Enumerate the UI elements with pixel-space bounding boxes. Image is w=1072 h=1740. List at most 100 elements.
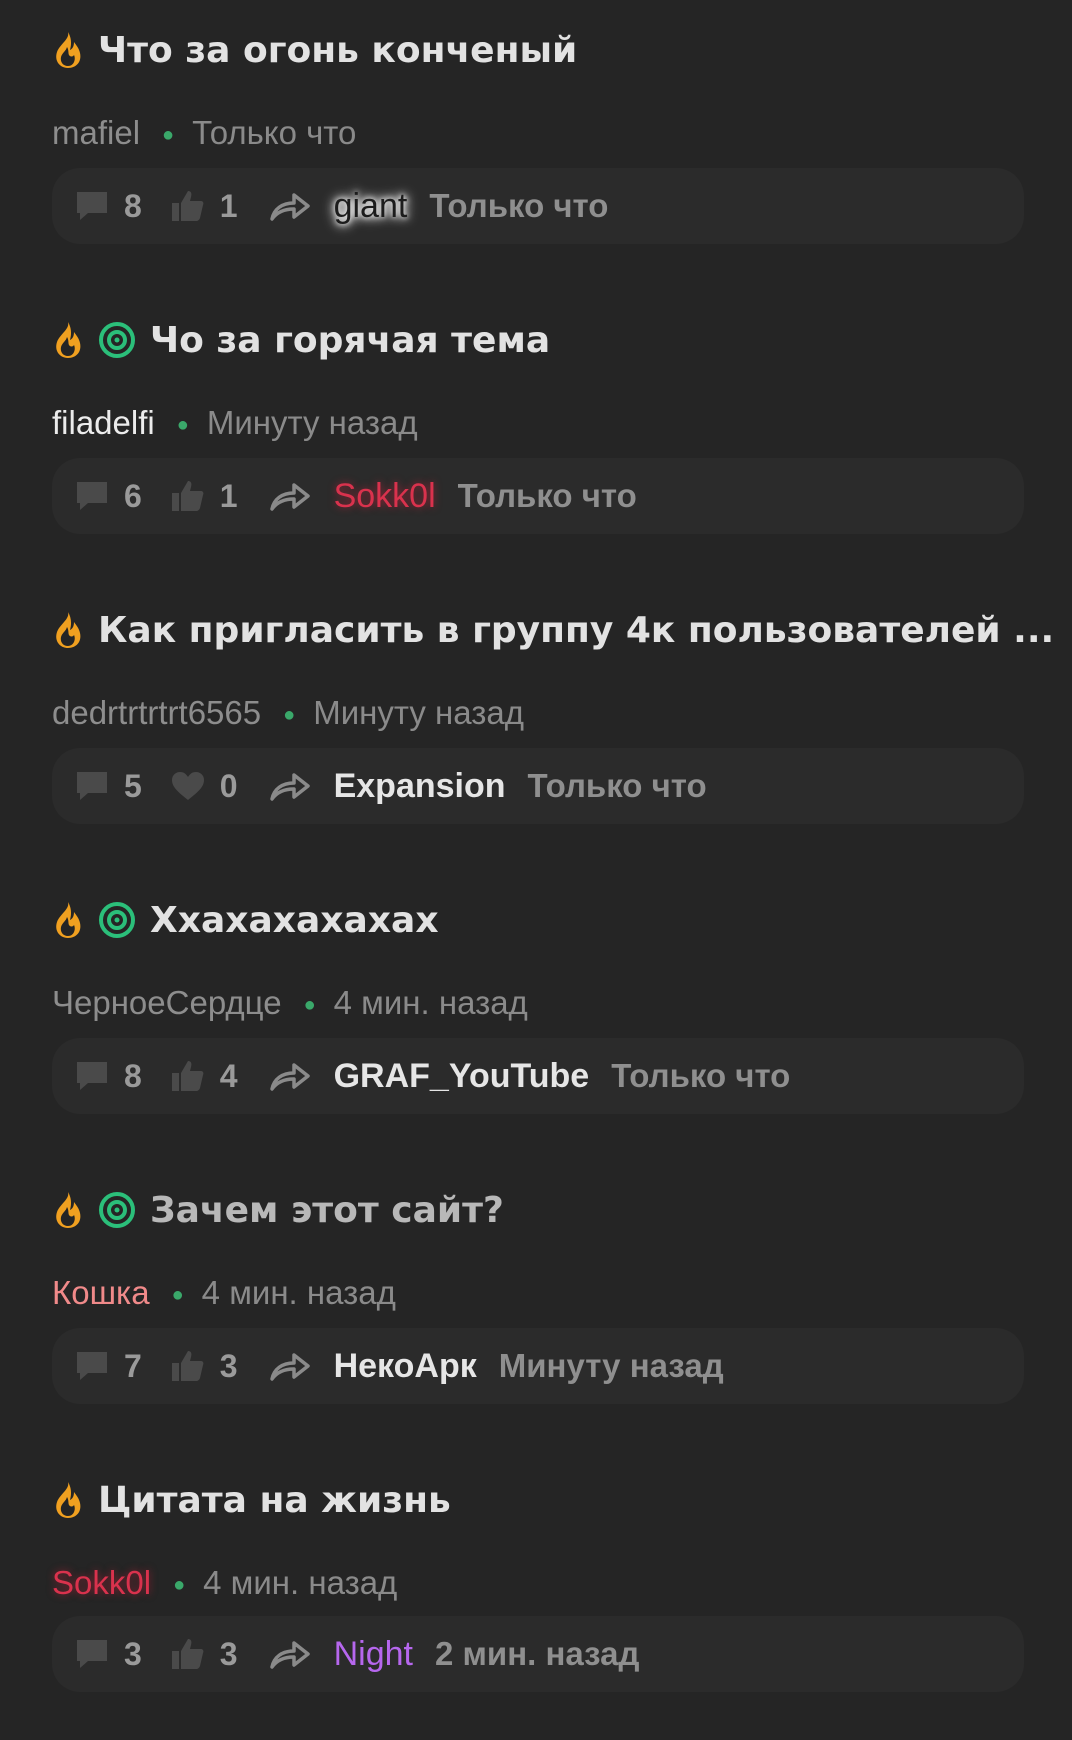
reaction-count: 0: [219, 767, 238, 804]
topic-meta: mafiel ● Только что: [52, 108, 356, 158]
last-reply-user[interactable]: Sokk0l: [334, 477, 436, 516]
comment-icon: [77, 1640, 107, 1668]
topic-stats-bar: 8 4 GRAF_YouTube Только что: [52, 1038, 1024, 1114]
last-reply-time: Минуту назад: [498, 1347, 724, 1384]
like-icon[interactable]: [170, 478, 206, 514]
last-reply-time: 2 мин. назад: [434, 1635, 640, 1672]
topic-stats-bar: 7 3 НекоАрк Минуту назад: [52, 1328, 1024, 1404]
comment-icon: [77, 192, 107, 220]
topic-title-row[interactable]: Как пригласить в группу 4к пользователей…: [52, 602, 1054, 658]
topic-author[interactable]: filadelfi: [52, 404, 155, 442]
comment-count: 5: [124, 767, 142, 804]
topic-title[interactable]: Чо за горячая тема: [150, 320, 550, 361]
online-dot-icon: ●: [176, 413, 189, 436]
like-icon[interactable]: [170, 1348, 206, 1384]
topic-time: 4 мин. назад: [201, 1274, 396, 1311]
topic-title-row[interactable]: Зачем этот сайт?: [52, 1182, 504, 1238]
last-reply-user[interactable]: giant: [334, 187, 408, 226]
last-reply-user[interactable]: Expansion: [334, 767, 506, 806]
topic-time: 4 мин. назад: [203, 1564, 398, 1601]
like-icon[interactable]: [170, 1636, 206, 1672]
heart-icon[interactable]: [170, 770, 206, 802]
topic-meta: Кошка ● 4 мин. назад: [52, 1268, 396, 1318]
topic-title[interactable]: Ххахахахахах: [150, 900, 439, 941]
topic-title-row[interactable]: Ххахахахахах: [52, 892, 439, 948]
topic-card[interactable]: Чо за горячая тема filadelfi ● Минуту на…: [0, 290, 1072, 580]
reaction-count: 4: [219, 1057, 238, 1094]
topic-time: Минуту назад: [206, 404, 418, 441]
online-dot-icon: ●: [303, 993, 316, 1016]
last-reply-user[interactable]: НекоАрк: [334, 1347, 477, 1386]
topic-title[interactable]: Цитата на жизнь: [98, 1480, 451, 1521]
topic-time: 4 мин. назад: [333, 984, 528, 1021]
share-icon[interactable]: [268, 769, 312, 803]
like-icon[interactable]: [170, 1058, 206, 1094]
topic-meta: Sokk0l ● 4 мин. назад: [52, 1558, 397, 1608]
target-icon: [99, 1192, 135, 1228]
last-reply-time: Только что: [611, 1057, 791, 1094]
topic-title-row[interactable]: Что за огонь конченый: [52, 22, 577, 78]
topic-feed: Что за огонь конченый mafiel ● Только чт…: [0, 0, 1072, 1695]
topic-meta: ЧерноеСердце ● 4 мин. назад: [52, 978, 528, 1028]
comment-icon: [77, 1062, 107, 1090]
topic-title[interactable]: Как пригласить в группу 4к пользователей…: [98, 610, 1054, 651]
topic-meta: filadelfi ● Минуту назад: [52, 398, 418, 448]
topic-card[interactable]: Что за огонь конченый mafiel ● Только чт…: [0, 0, 1072, 290]
fire-icon: [56, 32, 81, 68]
topic-title-row[interactable]: Чо за горячая тема: [52, 312, 550, 368]
online-dot-icon: ●: [173, 1573, 186, 1596]
topic-stats-bar: 8 1 giant Только что: [52, 168, 1024, 244]
last-reply-user[interactable]: Night: [334, 1635, 413, 1674]
comment-count: 6: [124, 477, 142, 514]
comment-count: 3: [124, 1635, 142, 1672]
topic-card[interactable]: Зачем этот сайт? Кошка ● 4 мин. назад 7 …: [0, 1160, 1072, 1450]
share-icon[interactable]: [268, 479, 312, 513]
fire-icon: [56, 1482, 81, 1518]
topic-title[interactable]: Зачем этот сайт?: [150, 1190, 504, 1231]
topic-time: Только что: [192, 114, 357, 151]
topic-stats-bar: 3 3 Night 2 мин. назад: [52, 1616, 1024, 1692]
topic-author[interactable]: ЧерноеСердце: [52, 984, 282, 1022]
share-icon[interactable]: [268, 189, 312, 223]
topic-title[interactable]: Что за огонь конченый: [98, 30, 577, 71]
fire-icon: [56, 902, 81, 938]
like-icon[interactable]: [170, 188, 206, 224]
topic-stats-bar: 6 1 Sokk0l Только что: [52, 458, 1024, 534]
last-reply-time: Только что: [429, 187, 609, 224]
topic-title-row[interactable]: Цитата на жизнь: [52, 1472, 451, 1528]
topic-meta: dedrtrtrtrt6565 ● Минуту назад: [52, 688, 524, 738]
topic-author[interactable]: Sokk0l: [52, 1564, 151, 1602]
topic-card[interactable]: Ххахахахахах ЧерноеСердце ● 4 мин. назад…: [0, 870, 1072, 1160]
topic-author[interactable]: dedrtrtrtrt6565: [52, 694, 261, 732]
last-reply-time: Только что: [527, 767, 707, 804]
share-icon[interactable]: [268, 1349, 312, 1383]
fire-icon: [56, 322, 81, 358]
online-dot-icon: ●: [283, 703, 296, 726]
target-icon: [99, 902, 135, 938]
comment-count: 8: [124, 187, 142, 224]
comment-icon: [77, 772, 107, 800]
last-reply-user[interactable]: GRAF_YouTube: [334, 1057, 590, 1096]
topic-author[interactable]: Кошка: [52, 1274, 150, 1312]
fire-icon: [56, 1192, 81, 1228]
share-icon[interactable]: [268, 1059, 312, 1093]
comment-count: 8: [124, 1057, 142, 1094]
topic-time: Минуту назад: [313, 694, 524, 731]
comment-count: 7: [124, 1347, 142, 1384]
reaction-count: 1: [219, 477, 238, 514]
reaction-count: 1: [219, 187, 238, 224]
comment-icon: [77, 1352, 107, 1380]
share-icon[interactable]: [268, 1637, 312, 1671]
target-icon: [99, 322, 135, 358]
online-dot-icon: ●: [162, 123, 175, 146]
reaction-count: 3: [219, 1347, 238, 1384]
topic-card[interactable]: Цитата на жизнь Sokk0l ● 4 мин. назад 3 …: [0, 1450, 1072, 1740]
fire-icon: [56, 612, 81, 648]
topic-stats-bar: 5 0 Expansion Только что: [52, 748, 1024, 824]
topic-author[interactable]: mafiel: [52, 114, 140, 152]
reaction-count: 3: [219, 1635, 238, 1672]
comment-icon: [77, 482, 107, 510]
online-dot-icon: ●: [171, 1283, 184, 1306]
topic-card[interactable]: Как пригласить в группу 4к пользователей…: [0, 580, 1072, 870]
last-reply-time: Только что: [457, 477, 637, 514]
